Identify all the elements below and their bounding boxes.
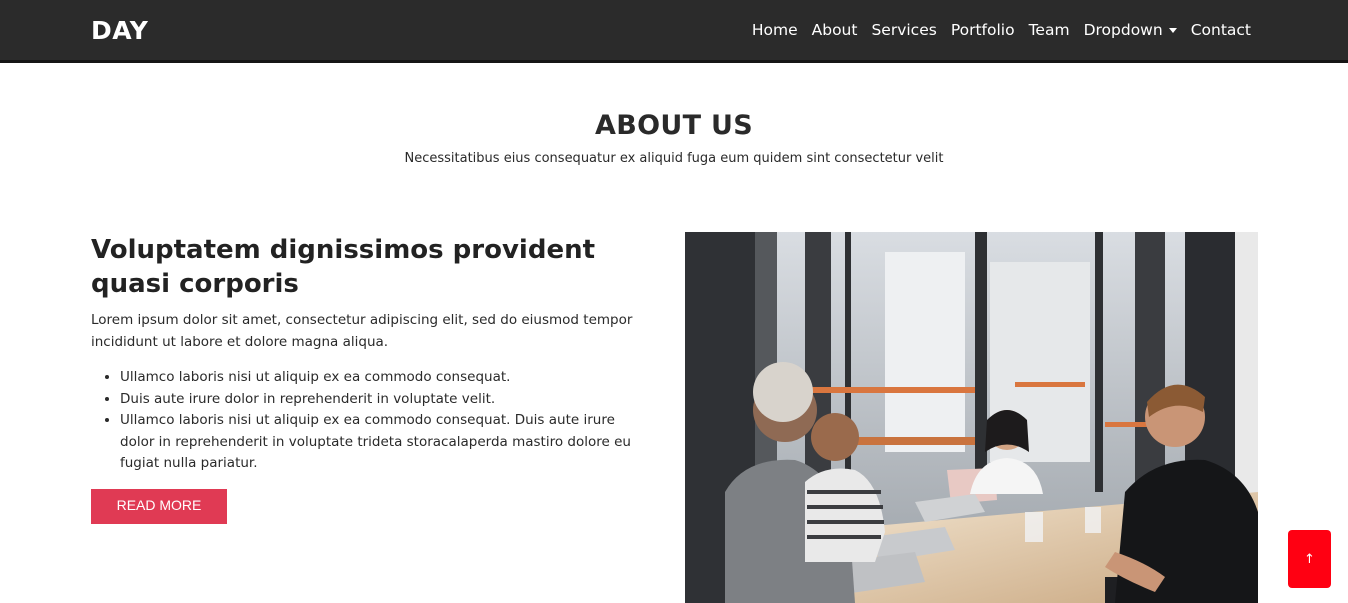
nav-dropdown-label: Dropdown — [1083, 21, 1163, 39]
read-more-button[interactable]: READ MORE — [91, 488, 227, 524]
team-photo — [685, 232, 1258, 603]
nav-home-label: Home — [751, 21, 798, 39]
nav-dropdown[interactable]: Dropdown — [1084, 21, 1177, 39]
nav-services-label: Services — [871, 21, 937, 39]
nav-contact-label: Contact — [1190, 21, 1251, 39]
about-heading: Voluptatem dignissimos provident quasi c… — [91, 235, 596, 299]
main-nav: Home About Services Portfolio Team Dropd… — [752, 21, 1251, 39]
about-lead: Lorem ipsum dolor sit amet, consectetur … — [91, 312, 633, 350]
about-section-header: ABOUT US Necessitatibus eius consequatur… — [0, 110, 1348, 166]
nav-contact[interactable]: Contact — [1191, 21, 1251, 39]
nav-team[interactable]: Team — [1029, 21, 1070, 39]
feature-list: Ullamco laboris nisi ut aliquip ex ea co… — [91, 367, 651, 475]
nav-about[interactable]: About — [812, 21, 858, 39]
arrow-up-icon: ↑ — [1304, 551, 1315, 567]
site-header: DAY Home About Services Portfolio Team D… — [0, 0, 1348, 63]
section-subtitle: Necessitatibus eius consequatur ex aliqu… — [404, 151, 944, 166]
list-item: Ullamco laboris nisi ut aliquip ex ea co… — [120, 367, 651, 389]
nav-home[interactable]: Home — [752, 21, 798, 39]
nav-about-label: About — [811, 21, 858, 39]
list-item: Duis aute irure dolor in reprehenderit i… — [120, 389, 651, 411]
chevron-down-icon — [1168, 27, 1177, 33]
nav-team-label: Team — [1028, 21, 1070, 39]
section-title: ABOUT US — [595, 110, 753, 141]
nav-services[interactable]: Services — [871, 21, 936, 39]
brand-logo[interactable]: DAY — [91, 16, 148, 45]
about-content: Voluptatem dignissimos provident quasi c… — [91, 233, 651, 524]
list-item: Ullamco laboris nisi ut aliquip ex ea co… — [120, 410, 651, 475]
nav-portfolio-label: Portfolio — [950, 21, 1015, 39]
nav-portfolio[interactable]: Portfolio — [951, 21, 1015, 39]
back-to-top-button[interactable]: ↑ — [1288, 530, 1331, 588]
